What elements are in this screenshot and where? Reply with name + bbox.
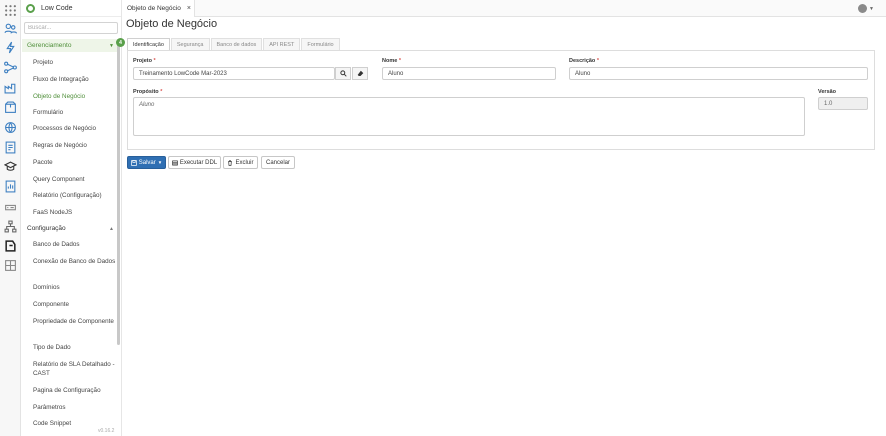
nav-item-pagina-de-configuracao[interactable]: Pagina de Configuração (33, 386, 119, 395)
navigation-panel: Low Code Gerenciamento ▼ Projeto Fluxo d… (21, 0, 122, 436)
tab-formulario[interactable]: Formulário (301, 38, 340, 50)
nav-item-pacote[interactable]: Pacote (33, 158, 119, 167)
apps-grid-icon[interactable] (3, 3, 18, 18)
storage-icon[interactable] (3, 199, 18, 214)
chevron-up-icon: ▲ (109, 225, 114, 232)
chevron-down-icon: ▼ (109, 42, 114, 49)
nav-item-faas-nodejs[interactable]: FaaS NodeJS (33, 208, 119, 217)
nav-item-code-snippet[interactable]: Code Snippet (33, 419, 119, 428)
nav-item-parametros[interactable]: Parâmetros (33, 403, 119, 412)
section-gerenciamento[interactable]: Gerenciamento ▼ (22, 39, 118, 52)
tab-banco-de-dados[interactable]: Banco de dados (210, 38, 263, 50)
floppy-icon (130, 159, 137, 166)
database-icon[interactable] (3, 238, 18, 253)
nav-item-relatorio-sla[interactable]: Relatório de SLA Detalhado - CAST (33, 360, 119, 378)
nav-item-banco-de-dados[interactable]: Banco de Dados (33, 240, 119, 249)
execute-ddl-button[interactable]: Executar DDL (168, 156, 221, 169)
user-menu[interactable]: ▼ (858, 4, 874, 13)
search-icon (339, 70, 347, 77)
nav-item-projeto[interactable]: Projeto (33, 58, 119, 67)
delete-button[interactable]: Excluir (223, 156, 258, 169)
document-tab[interactable]: Objeto de Negócio × (122, 0, 195, 17)
notification-badge[interactable]: 4 (116, 38, 125, 47)
tab-seguranca[interactable]: Segurança (170, 38, 210, 50)
flow-icon[interactable] (3, 60, 18, 75)
form-tabs: Identificação Segurança Banco de dados A… (127, 38, 341, 50)
chevron-down-icon: ▼ (869, 5, 874, 12)
app-version: v0.16.2 (98, 428, 115, 434)
eraser-icon (357, 70, 363, 76)
page-title: Objeto de Negócio (126, 18, 218, 30)
package-icon[interactable] (3, 100, 18, 115)
nav-item-componente[interactable]: Componente (33, 300, 119, 309)
lightning-icon[interactable] (3, 40, 18, 55)
versao-field: 1.0 (818, 97, 868, 110)
nome-field[interactable]: Aluno (382, 67, 556, 80)
projeto-label: Projeto * (133, 58, 156, 64)
nome-label: Nome * (382, 58, 401, 64)
projeto-search-button[interactable] (335, 67, 351, 80)
proposito-textarea[interactable]: Aluno (133, 97, 805, 136)
descricao-field[interactable]: Aluno (569, 67, 868, 80)
projeto-field[interactable]: Treinamento LowCode Mar-2023 (133, 67, 335, 80)
trash-icon (228, 159, 233, 166)
descricao-label: Descrição * (569, 58, 599, 64)
top-bar: Objeto de Negócio × ▼ (122, 0, 886, 17)
document-tab-label: Objeto de Negócio (127, 5, 181, 12)
versao-label: Versão (818, 89, 837, 95)
avatar-icon (858, 4, 868, 13)
nav-item-formulario[interactable]: Formulário (33, 108, 119, 117)
form-icon[interactable] (3, 140, 18, 155)
nav-item-processos-de-negocio[interactable]: Processos de Negócio (33, 124, 119, 133)
nav-scrollbar[interactable] (117, 40, 120, 345)
close-icon[interactable]: × (187, 5, 191, 12)
factory-icon[interactable] (3, 80, 18, 95)
nav-item-tipo-de-dado[interactable]: Tipo de Dado (33, 343, 119, 352)
brand-header[interactable]: Low Code (21, 0, 121, 17)
nav-item-dominios[interactable]: Domínios (33, 283, 119, 292)
nav-item-objeto-de-negocio[interactable]: Objeto de Negócio (33, 92, 119, 101)
tab-identificacao[interactable]: Identificação (127, 38, 170, 50)
network-icon[interactable] (3, 120, 18, 135)
proposito-label: Propósito * (133, 89, 163, 95)
users-icon[interactable] (3, 21, 18, 36)
app-root: Low Code Gerenciamento ▼ Projeto Fluxo d… (0, 0, 886, 436)
low-code-logo-icon (26, 3, 35, 13)
cancel-button[interactable]: Cancelar (261, 156, 295, 169)
nav-item-fluxo-de-integracao[interactable]: Fluxo de Integração (33, 75, 119, 84)
section-configuracao[interactable]: Configuração ▲ (22, 222, 118, 235)
app-name: Low Code (41, 4, 73, 12)
nav-item-relatorio-configuracao[interactable]: Relatório (Configuração) (33, 191, 119, 200)
tab-api-rest[interactable]: API REST (263, 38, 301, 50)
nav-item-propriedade-de-componente[interactable]: Propriedade de Componente (33, 317, 119, 326)
nav-item-conexao-banco-de-dados[interactable]: Conexão de Banco de Dados (33, 257, 119, 266)
hierarchy-icon[interactable] (3, 219, 18, 234)
nav-item-query-component[interactable]: Query Component (33, 175, 119, 184)
projeto-clear-button[interactable] (352, 67, 368, 80)
caret-down-icon: ▼ (157, 160, 163, 165)
icon-rail (0, 0, 21, 436)
save-button[interactable]: Salvar ▼ (127, 156, 166, 169)
table-icon (172, 160, 178, 165)
grid-config-icon[interactable] (3, 258, 18, 273)
menu-search-input[interactable] (24, 22, 118, 34)
graduation-cap-icon[interactable] (3, 159, 18, 174)
nav-item-regras-de-negocio[interactable]: Regras de Negócio (33, 141, 119, 150)
report-icon[interactable] (3, 179, 18, 194)
